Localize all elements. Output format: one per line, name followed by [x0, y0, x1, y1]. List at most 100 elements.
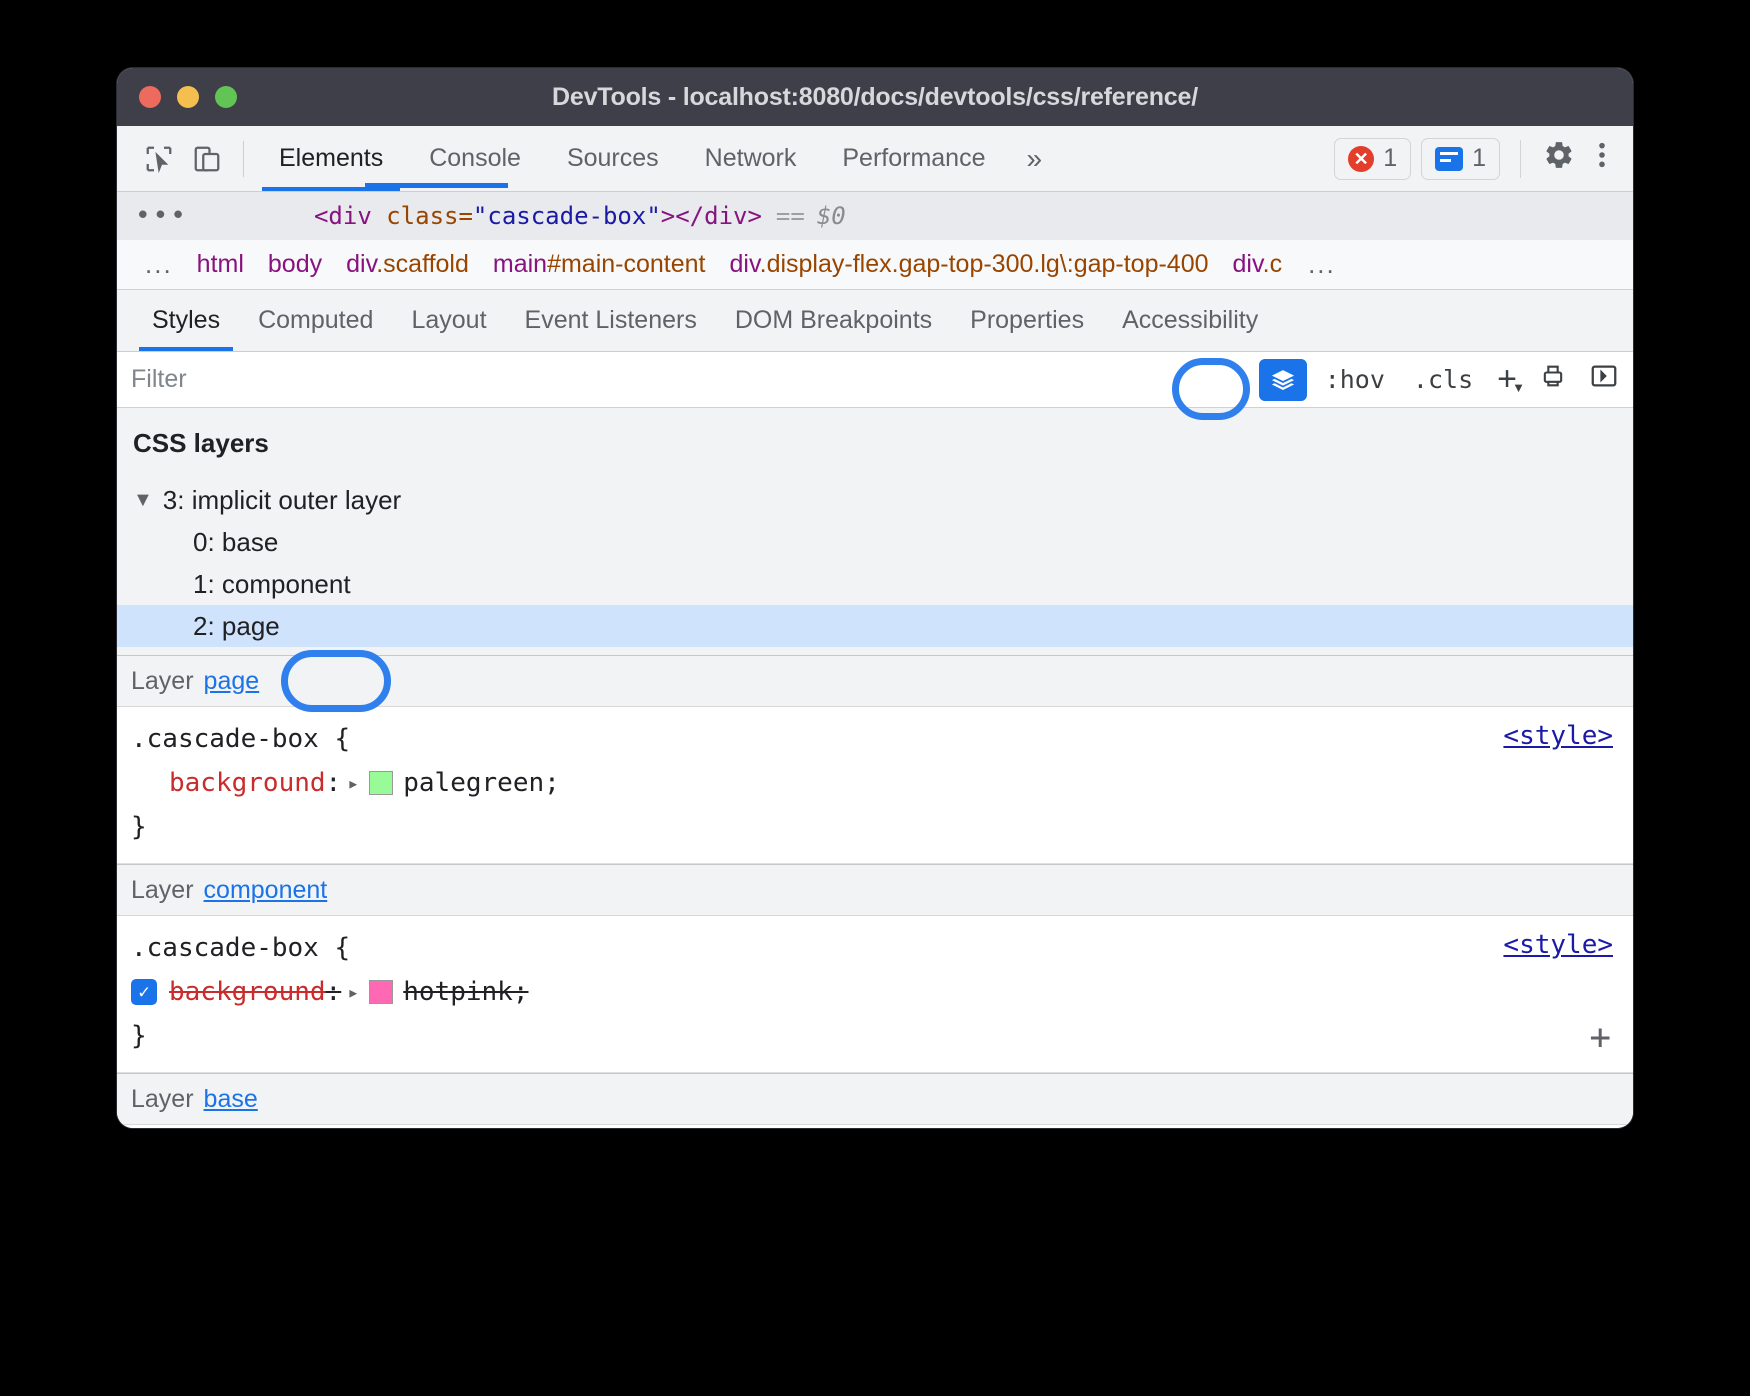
declaration-property[interactable]: background	[169, 977, 326, 1007]
rule-source-link[interactable]: <style>	[1503, 930, 1613, 960]
layer-link-component[interactable]: component	[204, 876, 328, 905]
devtools-toolbar: Elements Console Sources Network Perform…	[117, 126, 1633, 192]
declaration-checkbox[interactable]: ✓	[131, 979, 157, 1005]
tree-indicator-line	[365, 183, 508, 188]
breadcrumb-item-div-truncated[interactable]: div.c	[1221, 250, 1295, 279]
color-swatch[interactable]	[369, 771, 393, 795]
chevron-down-icon[interactable]: ▼	[133, 489, 153, 512]
window-titlebar: DevTools - localhost:8080/docs/devtools/…	[117, 68, 1633, 126]
tab-properties[interactable]: Properties	[951, 290, 1103, 351]
dom-node-code: <div class="cascade-box"></div>==$0	[314, 202, 846, 230]
rule-selector-line[interactable]: .cascade-box {	[117, 717, 1633, 761]
layer-link-page[interactable]: page	[204, 667, 260, 696]
layer-tree-item-page[interactable]: 2: page	[117, 605, 1633, 647]
hover-state-button[interactable]: :hov	[1311, 365, 1399, 394]
device-toolbar-icon[interactable]	[183, 135, 231, 183]
dom-collapsed-ellipsis[interactable]: •••	[117, 201, 188, 231]
breadcrumb-item-html[interactable]: html	[185, 250, 256, 279]
expand-value-icon[interactable]: ▸	[347, 771, 359, 795]
rule-selector: .cascade-box {	[131, 933, 350, 963]
layer-header-base: Layer base	[117, 1073, 1633, 1125]
breadcrumb: ... html body div.scaffold main#main-con…	[117, 240, 1633, 290]
error-count-label: 1	[1383, 144, 1397, 173]
inspect-cursor-icon[interactable]	[135, 135, 183, 183]
expand-value-icon[interactable]: ▸	[347, 980, 359, 1004]
breadcrumb-item-body[interactable]: body	[256, 250, 334, 279]
tab-accessibility[interactable]: Accessibility	[1103, 290, 1277, 351]
declaration-row[interactable]: ✓ background : ▸ hotpink;	[117, 970, 1633, 1014]
breadcrumb-overflow-right[interactable]: ...	[1294, 249, 1348, 280]
gear-icon[interactable]	[1533, 139, 1585, 179]
dom-close-bracket: >	[661, 202, 675, 230]
declaration-value[interactable]: hotpink;	[403, 977, 528, 1007]
error-count-badge[interactable]: ✕ 1	[1334, 138, 1411, 180]
layer-tree-item-label: 0: base	[193, 527, 278, 558]
dom-close-tag: </div>	[675, 202, 762, 230]
caret-down-icon: ▼	[1512, 380, 1525, 395]
tab-performance[interactable]: Performance	[819, 126, 1008, 191]
layer-header-label: Layer	[131, 1085, 194, 1114]
style-rule-page: <style> .cascade-box { background : ▸ pa…	[117, 707, 1633, 864]
toggle-sidebar-icon[interactable]	[1579, 361, 1633, 398]
declaration-property[interactable]: background	[169, 768, 326, 798]
color-swatch[interactable]	[369, 980, 393, 1004]
declaration-colon: :	[326, 977, 342, 1007]
style-rules-list: Layer page <style> .cascade-box { backgr…	[117, 655, 1633, 1128]
styles-sidebar-tabs: Styles Computed Layout Event Listeners D…	[117, 290, 1633, 352]
selected-dom-node[interactable]: ••• <div class="cascade-box"></div>==$0	[117, 192, 1633, 240]
tab-event-listeners[interactable]: Event Listeners	[506, 290, 716, 351]
rule-closing-brace: }	[117, 1014, 1633, 1058]
layer-tree-item-label: 2: page	[193, 611, 280, 642]
closing-brace: }	[131, 812, 147, 842]
message-count-badge[interactable]: 1	[1421, 138, 1500, 180]
css-layers-icon[interactable]	[1259, 359, 1307, 401]
breadcrumb-overflow-left[interactable]: ...	[117, 249, 185, 280]
rule-source-link[interactable]: <style>	[1503, 721, 1613, 751]
breadcrumb-item-div-scaffold[interactable]: div.scaffold	[334, 250, 481, 279]
dom-attr-value: "cascade-box"	[473, 202, 661, 230]
styles-filter-toolbar: :hov .cls + ▼	[117, 352, 1633, 408]
tab-styles[interactable]: Styles	[133, 290, 239, 351]
css-layers-title: CSS layers	[117, 424, 1633, 479]
declaration-row[interactable]: background : ▸ palegreen;	[117, 761, 1633, 805]
layer-header-label: Layer	[131, 667, 194, 696]
layer-link-base[interactable]: base	[204, 1085, 258, 1114]
tab-elements[interactable]: Elements	[256, 126, 406, 191]
annotation-ring-layer-page	[281, 650, 391, 712]
search-input[interactable]	[117, 364, 1259, 395]
breadcrumb-item-div-display-flex[interactable]: div.display-flex.gap-top-300.lg\:gap-top…	[718, 250, 1221, 279]
layer-header-page: Layer page	[117, 655, 1633, 707]
kebab-menu-icon[interactable]	[1585, 139, 1619, 179]
error-icon: ✕	[1348, 146, 1374, 172]
layer-tree-item-base[interactable]: 0: base	[117, 521, 1633, 563]
tab-console[interactable]: Console	[406, 126, 544, 191]
devtools-window: DevTools - localhost:8080/docs/devtools/…	[117, 68, 1633, 1128]
print-media-icon[interactable]	[1527, 362, 1579, 397]
toolbar-divider-right	[1520, 140, 1521, 178]
tab-network[interactable]: Network	[682, 126, 820, 191]
toolbar-divider	[243, 141, 244, 177]
layer-tree-item-implicit-outer[interactable]: ▼ 3: implicit outer layer	[117, 479, 1633, 521]
dom-dollar-ref: $0	[817, 202, 846, 230]
layer-tree-item-label: 3: implicit outer layer	[163, 485, 401, 516]
add-declaration-button[interactable]: +	[1589, 1017, 1611, 1058]
tab-layout[interactable]: Layout	[392, 290, 505, 351]
rule-selector-line[interactable]: .cascade-box {	[117, 926, 1633, 970]
breadcrumb-item-main-content[interactable]: main#main-content	[481, 250, 718, 279]
tab-sources[interactable]: Sources	[544, 126, 682, 191]
dom-equals: ==	[776, 202, 805, 230]
rule-closing-brace: }	[117, 805, 1633, 849]
tab-dom-breakpoints[interactable]: DOM Breakpoints	[716, 290, 951, 351]
message-count-label: 1	[1472, 144, 1486, 173]
new-style-rule-button[interactable]: + ▼	[1487, 360, 1527, 399]
layer-tree-item-component[interactable]: 1: component	[117, 563, 1633, 605]
tab-computed[interactable]: Computed	[239, 290, 392, 351]
layer-header-component: Layer component	[117, 864, 1633, 916]
element-classes-button[interactable]: .cls	[1399, 365, 1487, 394]
declaration-colon: :	[326, 768, 342, 798]
declaration-value[interactable]: palegreen;	[403, 768, 560, 798]
style-rule-base: <style> .cascade-box { background : ▸ re…	[117, 1125, 1633, 1128]
layer-header-label: Layer	[131, 876, 194, 905]
more-tabs-icon[interactable]: »	[1008, 143, 1056, 175]
panel-tabs: Elements Console Sources Network Perform…	[256, 126, 1008, 191]
